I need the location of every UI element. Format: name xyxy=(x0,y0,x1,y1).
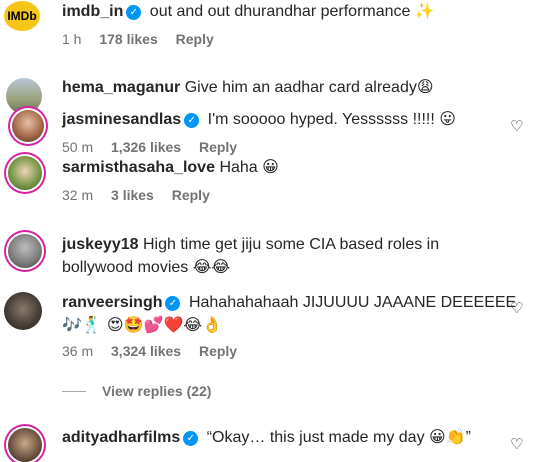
grinning-emoji: 😀 xyxy=(262,157,279,176)
comment-text: out and out dhurandhar performance xyxy=(149,3,411,20)
comment-line: hema_maganur Give him an aadhar card alr… xyxy=(62,76,434,99)
timestamp: 1 h xyxy=(62,31,82,47)
username[interactable]: ranveersingh xyxy=(62,294,162,311)
comment-meta: 1 h 178 likes Reply xyxy=(62,30,228,48)
comment-line: ranveersingh ✓ Hahahahahaah JIJUUUU JAAAN… xyxy=(62,292,516,314)
heart-icon[interactable]: ♡ xyxy=(510,119,524,134)
emoji-row: 🎶🕺 😍🤩💕❤️😂👌 xyxy=(62,315,222,334)
reply-button[interactable]: Reply xyxy=(199,343,237,359)
comment-line: adityadharfilms ✓ “Okay… this just made m… xyxy=(62,426,471,449)
comment-text: I'm sooooo hyped. Yessssss !!!!! xyxy=(207,111,435,128)
closing-quote: ” xyxy=(465,429,471,446)
username[interactable]: imdb_in xyxy=(62,3,123,20)
verified-badge-icon: ✓ xyxy=(126,5,142,20)
timestamp: 50 m xyxy=(62,139,94,155)
avatar[interactable] xyxy=(12,110,44,142)
reply-button[interactable]: Reply xyxy=(172,187,210,203)
username[interactable]: jasminesandlas xyxy=(62,111,181,128)
comment-meta: 50 m 1,326 likes Reply xyxy=(62,138,251,156)
weary-emoji: 😩 xyxy=(416,77,434,96)
avatar[interactable] xyxy=(8,428,42,462)
likes-count[interactable]: 3,324 likes xyxy=(111,343,181,359)
comment-meta: 32 m 3 likes Reply xyxy=(62,186,224,204)
verified-badge-icon: ✓ xyxy=(183,431,199,446)
timestamp: 32 m xyxy=(62,187,94,203)
view-replies-label: View replies (22) xyxy=(102,383,212,399)
username[interactable]: juskeyy18 xyxy=(62,236,139,253)
comment-meta: 36 m 3,324 likes Reply xyxy=(62,342,251,360)
avatar[interactable] xyxy=(4,292,42,330)
reply-button[interactable]: Reply xyxy=(199,139,237,155)
comment-line: imdb_in ✓ out and out dhurandhar performa… xyxy=(62,0,435,23)
comment-text: Give him an aadhar card already xyxy=(184,79,417,96)
comment-line-2: bollywood movies 😂😂 xyxy=(62,256,230,279)
laughing-emoji: 😂😂 xyxy=(192,257,231,276)
comment-line: jasminesandlas ✓ I'm sooooo hyped. Yessss… xyxy=(62,108,456,131)
reply-button[interactable]: Reply xyxy=(176,31,214,47)
comment-text: Hahahahahaah JIJUUUU JAAANE DEEEEEE xyxy=(188,294,517,311)
emoji-row: 😀👏 xyxy=(429,427,466,446)
imdb-logo-avatar[interactable]: IMDb xyxy=(4,1,40,31)
comment-text: Haha xyxy=(219,159,258,176)
sparkles-emoji: ✨ xyxy=(414,1,435,20)
avatar[interactable] xyxy=(8,156,42,190)
comment-text: “Okay… this just made my day xyxy=(206,429,425,446)
likes-count[interactable]: 3 likes xyxy=(111,187,154,203)
timestamp: 36 m xyxy=(62,343,94,359)
verified-badge-icon: ✓ xyxy=(184,113,200,128)
divider xyxy=(62,391,86,392)
heart-icon[interactable]: ♡ xyxy=(510,301,524,316)
username[interactable]: adityadharfilms xyxy=(62,429,180,446)
likes-count[interactable]: 1,326 likes xyxy=(111,139,181,155)
comment-line: sarmisthasaha_love Haha 😀 xyxy=(62,156,279,179)
username[interactable]: sarmisthasaha_love xyxy=(62,159,215,176)
view-replies-button[interactable]: View replies (22) xyxy=(62,383,211,399)
comment-text: High time get jiju some CIA based roles … xyxy=(142,236,440,253)
avatar[interactable] xyxy=(8,234,42,268)
verified-badge-icon: ✓ xyxy=(165,296,181,311)
tongue-emoji: 😛 xyxy=(439,109,456,128)
comment-line: juskeyy18 High time get jiju some CIA ba… xyxy=(62,234,439,256)
comment-text-2: bollywood movies xyxy=(62,259,189,276)
likes-count[interactable]: 178 likes xyxy=(99,31,157,47)
username[interactable]: hema_maganur xyxy=(62,79,180,96)
comment-line-2: 🎶🕺 😍🤩💕❤️😂👌 xyxy=(62,314,222,337)
avatar[interactable] xyxy=(6,78,42,114)
